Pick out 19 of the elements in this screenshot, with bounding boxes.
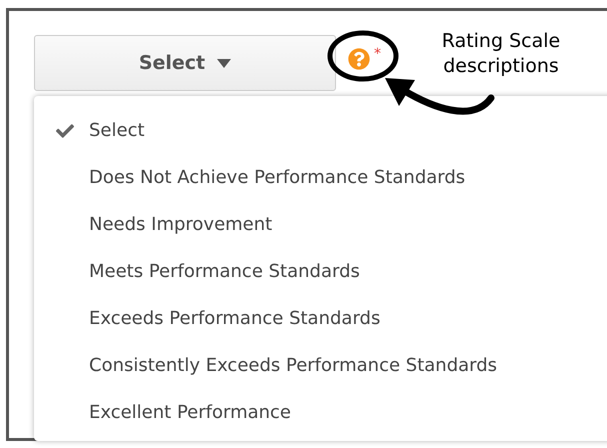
menu-item-label: Select	[89, 119, 145, 143]
select-button[interactable]: Select	[34, 35, 336, 91]
menu-item[interactable]: Excellent Performance	[34, 389, 607, 436]
menu-item[interactable]: Needs Improvement	[34, 201, 607, 248]
menu-item[interactable]: Consistently Exceeds Performance Standards	[34, 342, 607, 389]
callout-text: Rating Scale descriptions	[440, 29, 562, 79]
menu-item[interactable]: Meets Performance Standards	[34, 248, 607, 295]
menu-item-label: Does Not Achieve Performance Standards	[89, 166, 466, 190]
menu-item-label: Consistently Exceeds Performance Standards	[89, 354, 498, 378]
menu-item-label: Excellent Performance	[89, 401, 292, 425]
menu-item[interactable]: Exceeds Performance Standards	[34, 295, 607, 342]
help-icon[interactable]	[348, 48, 370, 70]
menu-item[interactable]: Does Not Achieve Performance Standards	[34, 154, 607, 201]
caret-icon	[217, 58, 232, 68]
menu-item-label: Meets Performance Standards	[89, 260, 360, 284]
menu-item-label: Needs Improvement	[89, 213, 272, 237]
required-mark: *	[374, 45, 381, 64]
menu-item-label: Exceeds Performance Standards	[89, 307, 380, 331]
menu-item[interactable]: Select	[34, 107, 607, 154]
